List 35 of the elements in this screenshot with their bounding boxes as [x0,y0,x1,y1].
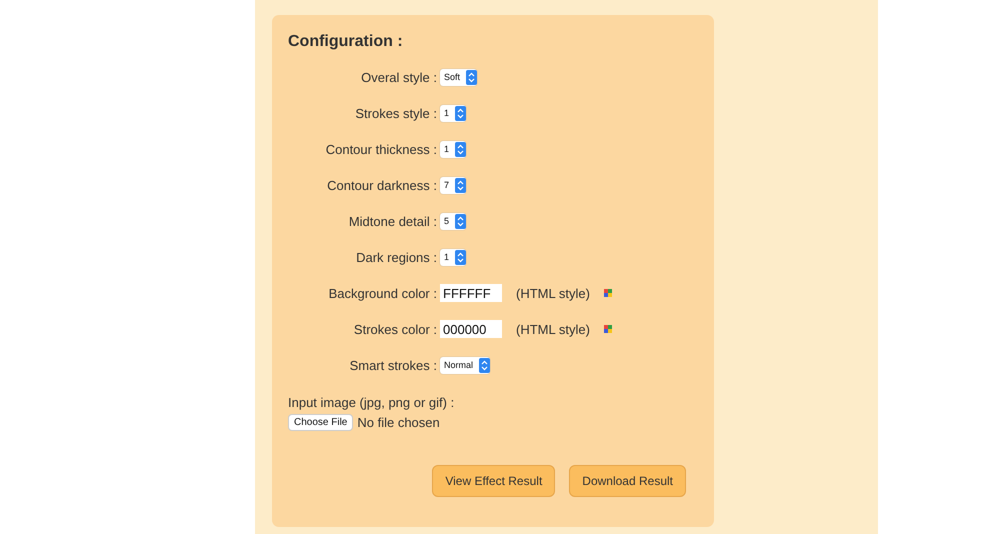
dropdown[interactable]: 1 [440,140,466,158]
color-input-field[interactable]: 000000 [440,320,502,338]
dropdown[interactable]: 7 [440,176,466,194]
stepper-icon [455,250,466,264]
action-button[interactable]: View Effect Result [432,465,556,497]
dropdown[interactable]: 1 [440,248,466,266]
field-label: Contour darkness : [326,178,437,192]
field-label: Smart strokes : [348,358,437,372]
field-label: Strokes style : [354,106,437,120]
hint-text: (HTML style) [516,286,590,300]
stepper-icon [479,358,490,372]
field-label: Dark regions : [355,250,437,264]
stepper-icon [455,214,466,228]
hint-text: (HTML style) [516,322,590,336]
color-picker-icon[interactable] [604,325,612,333]
color-input-field[interactable]: FFFFFF [440,284,502,302]
field-label: Strokes color : [352,322,437,336]
panel-title: Configuration : [288,33,404,52]
stepper-icon [455,106,466,120]
field-label: Midtone detail : [348,214,437,228]
field-label: Contour thickness : [324,142,437,156]
field-label: Background color : [328,286,437,300]
dropdown[interactable]: Soft [440,68,478,86]
dropdown[interactable]: 5 [440,212,466,230]
file-status-text: No file chosen [357,415,440,430]
color-picker-icon[interactable] [604,289,612,297]
choose-file-button[interactable]: Choose File [288,414,354,431]
stepper-icon [455,178,466,192]
dropdown[interactable]: 1 [440,104,466,122]
dropdown[interactable]: Normal [440,356,490,374]
field-label: Overal style : [360,70,437,84]
action-button[interactable]: Download Result [569,465,686,497]
stepper-icon [466,70,478,84]
input-image-label: Input image (jpg, png or gif) : [288,395,456,410]
stepper-icon [455,142,466,156]
